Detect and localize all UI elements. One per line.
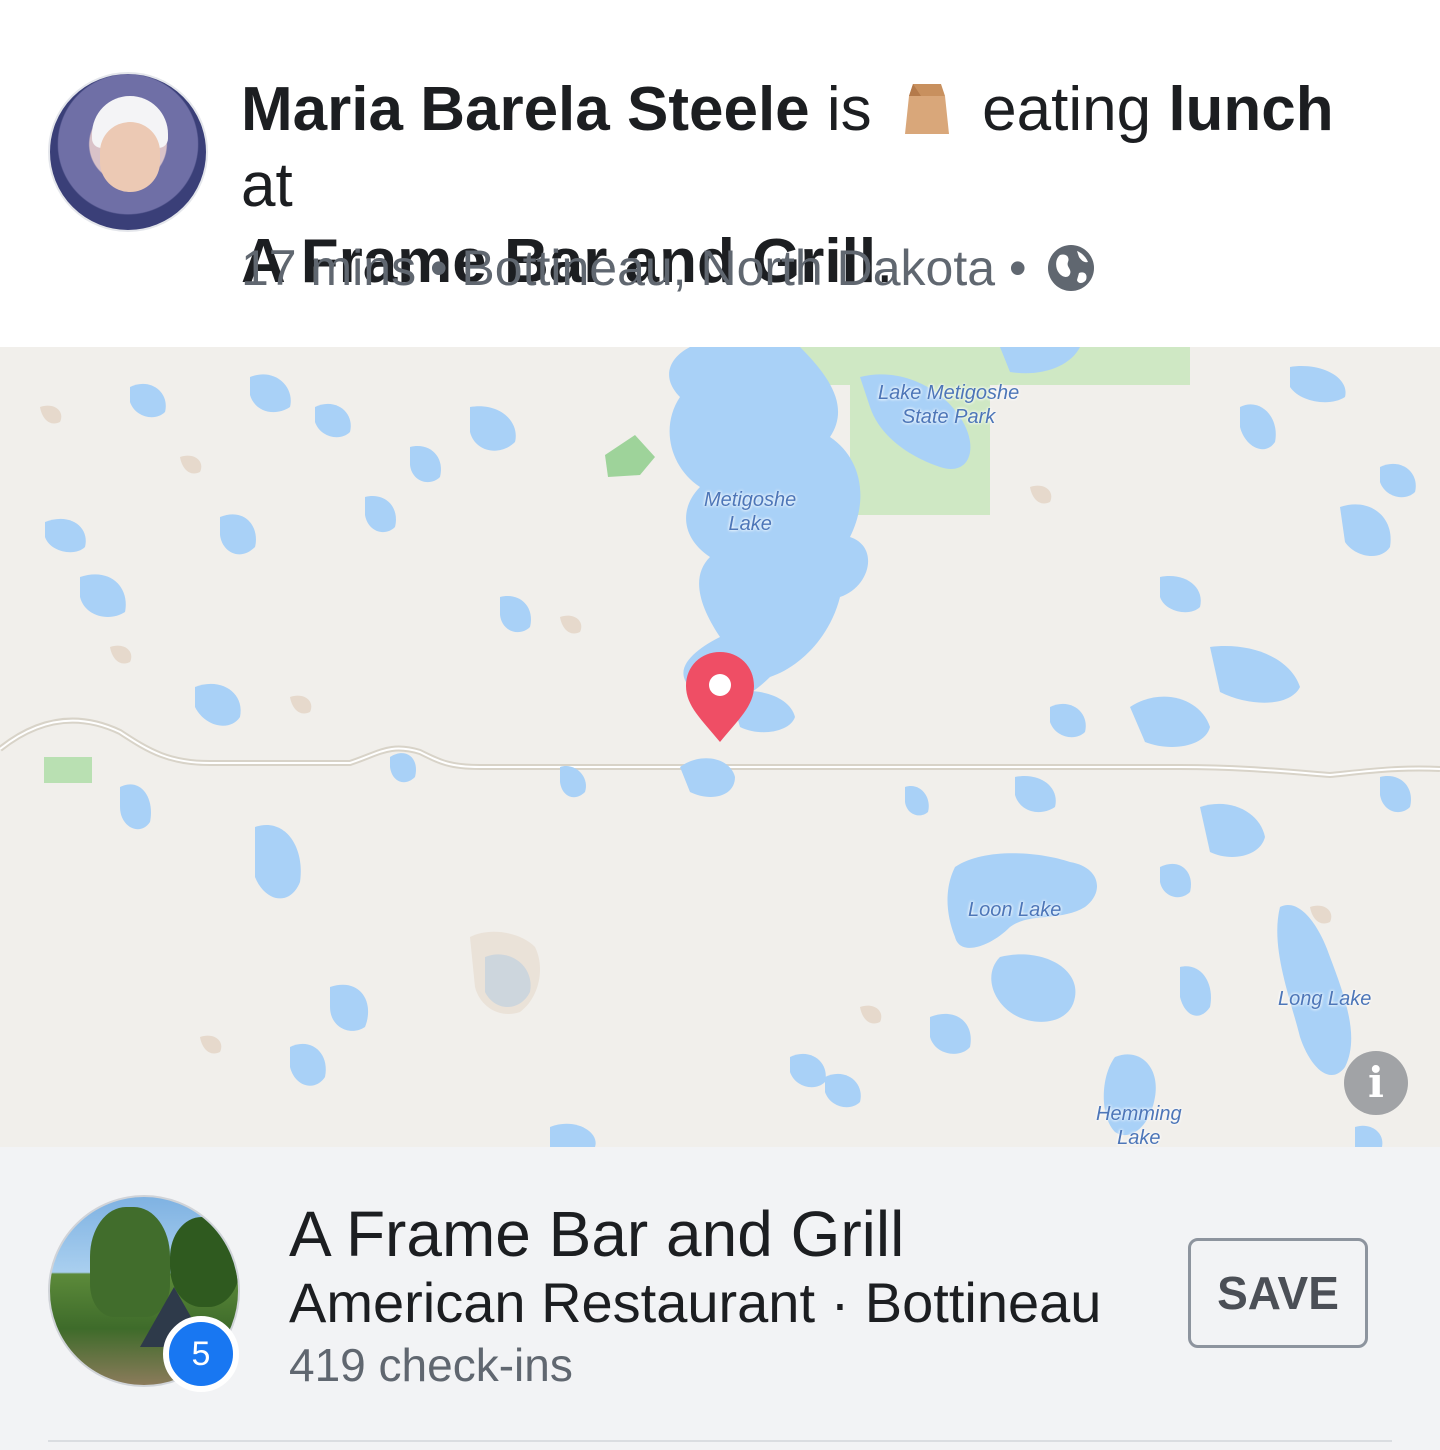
location-map[interactable]: Lake Metigoshe State Park Metigoshe Lake… [0, 347, 1440, 1147]
post-header: Maria Barela Steele is eating lunch at A… [0, 0, 1440, 347]
map-info-button[interactable]: i [1344, 1051, 1408, 1115]
checkin-count-badge: 5 [163, 1316, 239, 1392]
avatar-face [100, 122, 160, 192]
globe-icon[interactable] [1046, 243, 1096, 293]
activity-object: lunch [1168, 75, 1334, 144]
map-label-hemming-lake: Hemming Lake [1096, 1103, 1182, 1147]
map-canvas [0, 347, 1440, 1147]
author-avatar[interactable] [48, 72, 208, 232]
divider [48, 1440, 1392, 1442]
map-label-metigoshe-lake: Metigoshe Lake [704, 489, 797, 535]
story-preposition: at [241, 151, 293, 220]
story-verb: is [826, 75, 872, 144]
place-checkins: 419 check-ins [289, 1339, 573, 1391]
post-meta: 17 mins • Bottineau, North Dakota • [241, 238, 1096, 298]
post-location[interactable]: Bottineau, North Dakota [461, 240, 995, 296]
map-label-loon-lake: Loon Lake [968, 899, 1062, 921]
place-subtitle: American Restaurant · Bottineau [289, 1271, 1102, 1334]
map-label-park: Lake Metigoshe State Park [878, 382, 1020, 428]
meta-separator: • [429, 240, 448, 296]
map-label-long-lake: Long Lake [1278, 988, 1372, 1010]
post-time[interactable]: 17 mins [241, 240, 416, 296]
place-title[interactable]: A Frame Bar and Grill [289, 1198, 904, 1270]
save-button[interactable]: SAVE [1188, 1238, 1368, 1348]
activity-text: eating [982, 75, 1152, 144]
author-name-link[interactable]: Maria Barela Steele [241, 75, 810, 144]
meta-separator-2: • [1008, 240, 1027, 296]
brown-paper-bag-icon [899, 78, 955, 134]
